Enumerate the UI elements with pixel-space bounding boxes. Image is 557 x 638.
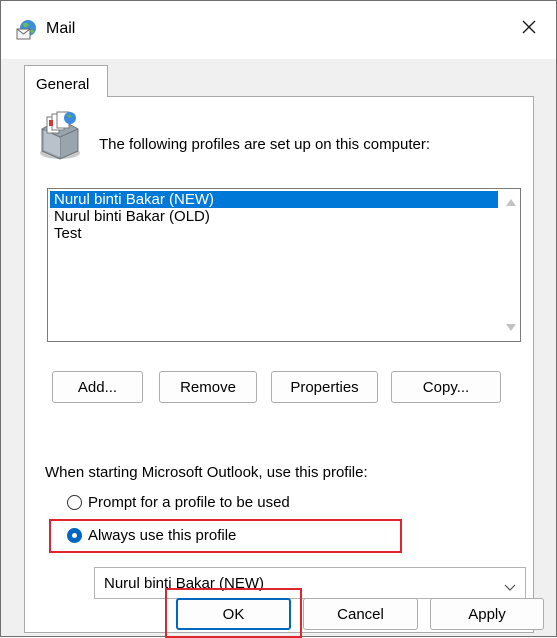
remove-profile-button-label: Remove xyxy=(180,378,236,396)
scroll-up-icon[interactable] xyxy=(506,199,516,206)
copy-profile-button[interactable]: Copy... xyxy=(391,371,501,403)
copy-profile-button-label: Copy... xyxy=(422,378,470,396)
profile-select[interactable]: Nurul binti Bakar (NEW) xyxy=(94,567,526,599)
general-panel: The following profiles are set up on thi… xyxy=(24,96,534,633)
prompt-profile-label: Prompt for a profile to be used xyxy=(88,493,290,511)
profiles-list[interactable]: Nurul binti Bakar (NEW) Nurul binti Baka… xyxy=(47,188,521,342)
ok-button-label: OK xyxy=(222,605,245,623)
list-item[interactable]: Nurul binti Bakar (OLD) xyxy=(50,208,498,225)
close-button[interactable] xyxy=(512,13,546,45)
add-profile-button-label: Add... xyxy=(77,378,118,396)
remove-profile-button[interactable]: Remove xyxy=(159,371,257,403)
radio-unchecked-icon[interactable] xyxy=(67,494,82,510)
title-bar: Mail xyxy=(1,1,556,59)
chevron-down-icon xyxy=(504,579,516,591)
prompt-profile-radio[interactable]: Prompt for a profile to be used xyxy=(67,491,290,513)
profiles-intro-text: The following profiles are set up on thi… xyxy=(99,136,431,153)
mail-globe-icon xyxy=(15,18,39,42)
cancel-button-label: Cancel xyxy=(337,605,384,623)
close-icon xyxy=(521,19,537,39)
scroll-down-icon[interactable] xyxy=(506,324,516,331)
list-item[interactable]: Test xyxy=(50,225,498,242)
startup-profile-label: When starting Microsoft Outlook, use thi… xyxy=(45,464,368,481)
window-title: Mail xyxy=(46,20,76,37)
mail-dialog: Mail General The following profiles are … xyxy=(0,0,557,638)
vertical-scrollbar[interactable] xyxy=(501,190,519,340)
apply-button[interactable]: Apply xyxy=(430,598,544,630)
add-profile-button[interactable]: Add... xyxy=(52,371,143,403)
properties-button-label: Properties xyxy=(290,378,359,396)
cancel-button[interactable]: Cancel xyxy=(303,598,418,630)
highlight-annotation xyxy=(49,519,402,553)
properties-button[interactable]: Properties xyxy=(271,371,378,403)
list-item[interactable]: Nurul binti Bakar (NEW) xyxy=(50,191,498,208)
tab-general[interactable]: General xyxy=(24,65,108,97)
dialog-client-area: General The following profiles are set u… xyxy=(1,59,556,636)
apply-button-label: Apply xyxy=(468,605,506,623)
ok-button[interactable]: OK xyxy=(176,598,291,630)
mail-profiles-icon xyxy=(38,109,86,161)
tab-general-label: General xyxy=(36,76,90,93)
